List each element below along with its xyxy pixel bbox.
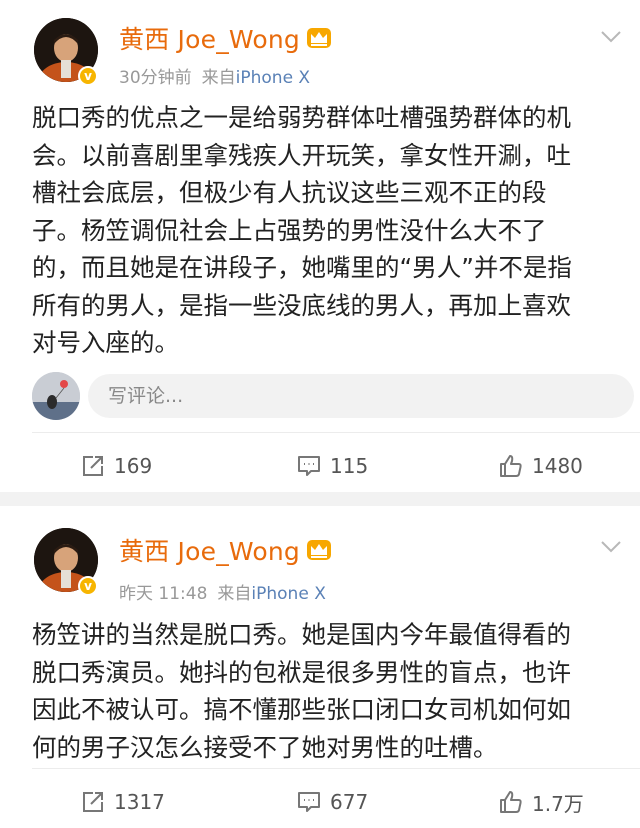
repost-button[interactable]: 169 bbox=[80, 442, 152, 490]
comment-count: 115 bbox=[330, 454, 369, 478]
post-source: 来自iPhone X bbox=[201, 68, 311, 88]
repost-icon bbox=[83, 456, 103, 476]
user-name[interactable]: 黄西 Joe_Wong bbox=[119, 20, 300, 56]
verified-badge-icon: v bbox=[78, 576, 98, 596]
comment-input[interactable] bbox=[88, 374, 634, 418]
post-separator bbox=[0, 492, 640, 506]
like-count: 1480 bbox=[532, 454, 583, 478]
repost-button[interactable]: 1317 bbox=[80, 778, 165, 826]
post-time: 30分钟前 bbox=[119, 68, 192, 88]
post-source: 来自iPhone X bbox=[217, 584, 326, 604]
post-meta: 昨天 11:48 来自iPhone X bbox=[119, 579, 326, 604]
comment-icon bbox=[298, 456, 320, 476]
crown-icon bbox=[306, 28, 331, 48]
chevron-down-icon[interactable] bbox=[600, 540, 622, 554]
comment-button[interactable]: 677 bbox=[296, 778, 368, 826]
like-button[interactable]: 1480 bbox=[498, 442, 583, 490]
like-button[interactable]: 1.7万 bbox=[498, 778, 584, 826]
weibo-post: v 黄西 Joe_Wong 昨天 11:48 来自iPhone X 杨笠讲的当然… bbox=[0, 506, 640, 828]
device-link[interactable]: iPhone X bbox=[236, 68, 310, 88]
commenter-avatar bbox=[32, 372, 80, 420]
action-bar: 1317 677 1.7万 bbox=[0, 768, 640, 826]
verified-badge-icon: v bbox=[78, 66, 98, 86]
post-meta: 30分钟前 来自iPhone X bbox=[119, 63, 310, 88]
post-text: 脱口秀的优点之一是给弱势群体吐槽强势群体的机 会。以前喜剧里拿残疾人开玩笑，拿女… bbox=[32, 103, 572, 357]
comment-icon bbox=[298, 792, 320, 812]
comment-button[interactable]: 115 bbox=[296, 442, 368, 490]
thumbs-up-icon bbox=[500, 791, 522, 813]
thumbs-up-icon bbox=[500, 455, 522, 477]
post-time: 昨天 11:48 bbox=[119, 584, 208, 604]
comment-row bbox=[0, 372, 640, 420]
crown-icon bbox=[306, 540, 331, 560]
repost-icon bbox=[83, 792, 103, 812]
action-bar: 169 115 1480 bbox=[0, 432, 640, 490]
weibo-post: v 黄西 Joe_Wong 30分钟前 来自iPhone X 脱口秀的优点之一是… bbox=[0, 0, 640, 492]
repost-count: 169 bbox=[114, 454, 153, 478]
like-count: 1.7万 bbox=[532, 791, 584, 816]
user-name[interactable]: 黄西 Joe_Wong bbox=[119, 532, 300, 568]
device-link[interactable]: iPhone X bbox=[251, 584, 325, 604]
repost-count: 1317 bbox=[114, 790, 165, 814]
comment-count: 677 bbox=[330, 790, 369, 814]
post-text: 杨笠讲的当然是脱口秀。她是国内今年最值得看的 脱口秀演员。她抖的包袱是很多男性的… bbox=[32, 620, 571, 762]
chevron-down-icon[interactable] bbox=[600, 30, 622, 44]
